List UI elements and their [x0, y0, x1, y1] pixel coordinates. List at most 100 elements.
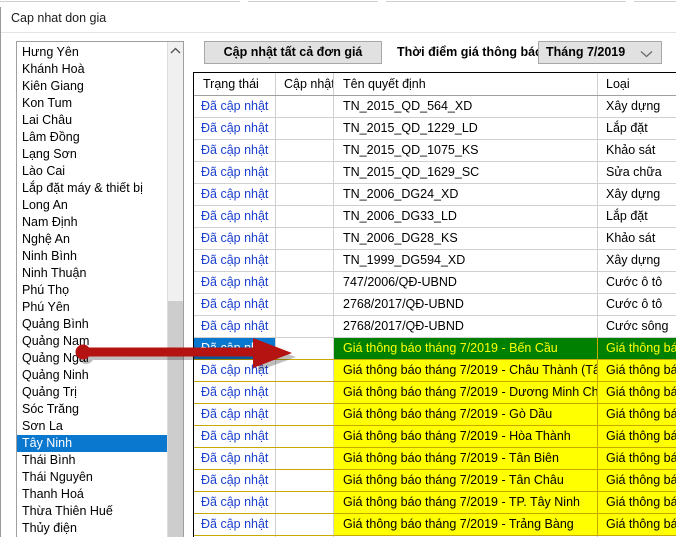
update-all-prices-button[interactable]: Cập nhật tất cả đơn giá [204, 41, 382, 64]
cell-name[interactable]: Giá thông báo tháng 7/2019 - Bến Cầu [334, 338, 598, 359]
table-row[interactable]: Đã cập nhật TN_2015_QD_1229_LD Lắp đặt [194, 118, 676, 140]
cell-type[interactable]: Giá thông báo [598, 426, 676, 447]
cell-update[interactable] [276, 228, 334, 249]
cell-type[interactable]: Lắp đặt [598, 206, 676, 227]
list-item[interactable]: Ninh Bình [17, 248, 167, 265]
cell-update[interactable] [276, 118, 334, 139]
table-row[interactable]: Đã cập nhật TN_2006_DG33_LD Lắp đặt [194, 206, 676, 228]
column-header-status[interactable]: Trạng thái [194, 73, 276, 95]
list-item[interactable]: Lắp đặt máy & thiết bị [17, 180, 167, 197]
cell-update[interactable] [276, 184, 334, 205]
table-row[interactable]: Đã cập nhật 747/2006/QĐ-UBND Cước ô tô [194, 272, 676, 294]
cell-status[interactable]: Đã cập nhật [194, 426, 276, 447]
cell-update[interactable] [276, 294, 334, 315]
table-row[interactable]: Đã cập nhật Giá thông báo tháng 7/2019 - … [194, 448, 676, 470]
cell-update[interactable] [276, 514, 334, 535]
cell-update[interactable] [276, 272, 334, 293]
scroll-up-arrow-icon[interactable] [168, 42, 183, 59]
list-item[interactable]: Kon Tum [17, 95, 167, 112]
cell-update[interactable] [276, 206, 334, 227]
column-header-update[interactable]: Cập nhật [276, 73, 334, 95]
table-row[interactable]: Đã cập nhật 2768/2017/QĐ-UBND Cước ô tô [194, 294, 676, 316]
list-item[interactable]: Thừa Thiên Huế [17, 503, 167, 520]
cell-type[interactable]: Giá thông báo [598, 404, 676, 425]
list-item[interactable]: Lai Châu [17, 112, 167, 129]
cell-name[interactable]: TN_2006_DG28_KS [334, 228, 598, 249]
table-row[interactable]: Đã cập nhật Giá thông báo tháng 7/2019 - … [194, 404, 676, 426]
list-item[interactable]: Quảng Ninh [17, 367, 167, 384]
cell-update[interactable] [276, 382, 334, 403]
list-item[interactable]: Quảng Bình [17, 316, 167, 333]
cell-type[interactable]: Giá thông báo [598, 382, 676, 403]
table-row[interactable]: Đã cập nhật Giá thông báo tháng 7/2019 - … [194, 360, 676, 382]
cell-name[interactable]: Giá thông báo tháng 7/2019 - Dương Minh … [334, 382, 598, 403]
cell-type[interactable]: Giá thông báo [598, 470, 676, 491]
table-row[interactable]: Đã cập nhật TN_2015_QD_564_XD Xây dựng [194, 96, 676, 118]
cell-type[interactable]: Giá thông báo [598, 360, 676, 381]
list-item[interactable]: Nam Định [17, 214, 167, 231]
cell-type[interactable]: Khảo sát [598, 140, 676, 161]
cell-status[interactable]: Đã cập nhật [194, 250, 276, 271]
cell-update[interactable] [276, 404, 334, 425]
cell-type[interactable]: Cước ô tô [598, 294, 676, 315]
table-row[interactable]: Đã cập nhật TN_2006_DG28_KS Khảo sát [194, 228, 676, 250]
table-row[interactable]: Đã cập nhật 2768/2017/QĐ-UBND Cước sông [194, 316, 676, 338]
list-item[interactable]: Thủy điện [17, 520, 167, 537]
cell-status[interactable]: Đã cập nhật [194, 338, 276, 359]
scrollbar-thumb[interactable] [168, 301, 183, 537]
cell-name[interactable]: TN_2006_DG33_LD [334, 206, 598, 227]
cell-name[interactable]: TN_2015_QD_1629_SC [334, 162, 598, 183]
cell-status[interactable]: Đã cập nhật [194, 360, 276, 381]
list-item[interactable]: Quảng Nam [17, 333, 167, 350]
cell-update[interactable] [276, 250, 334, 271]
cell-type[interactable]: Xây dựng [598, 250, 676, 271]
cell-update[interactable] [276, 96, 334, 117]
cell-update[interactable] [276, 140, 334, 161]
cell-name[interactable]: Giá thông báo tháng 7/2019 - Tân Châu [334, 470, 598, 491]
cell-status[interactable]: Đã cập nhật [194, 140, 276, 161]
cell-status[interactable]: Đã cập nhật [194, 228, 276, 249]
list-item[interactable]: Sơn La [17, 418, 167, 435]
cell-name[interactable]: Giá thông báo tháng 7/2019 - Trảng Bàng [334, 514, 598, 535]
list-item[interactable]: Thái Nguyên [17, 469, 167, 486]
cell-status[interactable]: Đã cập nhật [194, 492, 276, 513]
table-row[interactable]: Đã cập nhật Giá thông báo tháng 7/2019 - … [194, 426, 676, 448]
cell-status[interactable]: Đã cập nhật [194, 316, 276, 337]
list-item[interactable]: Long An [17, 197, 167, 214]
table-row[interactable]: Đã cập nhật TN_2015_QD_1075_KS Khảo sát [194, 140, 676, 162]
cell-type[interactable]: Giá thông báo [598, 448, 676, 469]
province-listbox[interactable]: Hưng Yên Khánh Hoà Kiên Giang Kon Tum Lai Ch… [16, 41, 184, 537]
chevron-down-icon[interactable] [640, 50, 653, 58]
list-item[interactable]: Khánh Hoà [17, 61, 167, 78]
cell-status[interactable]: Đã cập nhật [194, 272, 276, 293]
table-row[interactable]: Đã cập nhật TN_1999_DG594_XD Xây dựng [194, 250, 676, 272]
cell-type[interactable]: Xây dựng [598, 96, 676, 117]
table-row[interactable]: Đã cập nhật Giá thông báo tháng 7/2019 - … [194, 338, 676, 360]
table-row[interactable]: Đã cập nhật TN_2006_DG24_XD Xây dựng [194, 184, 676, 206]
cell-type[interactable]: Giá thông báo [598, 514, 676, 535]
cell-name[interactable]: TN_2015_QD_1229_LD [334, 118, 598, 139]
list-item[interactable]: Sóc Trăng [17, 401, 167, 418]
cell-type[interactable]: Giá thông báo [598, 338, 676, 359]
cell-status[interactable]: Đã cập nhật [194, 470, 276, 491]
cell-name[interactable]: TN_1999_DG594_XD [334, 250, 598, 271]
list-item[interactable]: Quảng Ngãi [17, 350, 167, 367]
cell-status[interactable]: Đã cập nhật [194, 294, 276, 315]
cell-update[interactable] [276, 470, 334, 491]
cell-name[interactable]: 2768/2017/QĐ-UBND [334, 316, 598, 337]
list-item[interactable]: Kiên Giang [17, 78, 167, 95]
cell-status[interactable]: Đã cập nhật [194, 404, 276, 425]
list-item[interactable]: Quảng Trị [17, 384, 167, 401]
list-item[interactable]: Hưng Yên [17, 44, 167, 61]
cell-type[interactable]: Khảo sát [598, 228, 676, 249]
table-row[interactable]: Đã cập nhật TN_2015_QD_1629_SC Sửa chữa [194, 162, 676, 184]
cell-name[interactable]: TN_2006_DG24_XD [334, 184, 598, 205]
cell-update[interactable] [276, 492, 334, 513]
cell-type[interactable]: Cước ô tô [598, 272, 676, 293]
cell-status[interactable]: Đã cập nhật [194, 162, 276, 183]
cell-update[interactable] [276, 338, 334, 359]
table-row[interactable]: Đã cập nhật Giá thông báo tháng 7/2019 - … [194, 492, 676, 514]
cell-name[interactable]: Giá thông báo tháng 7/2019 - Hòa Thành [334, 426, 598, 447]
table-row[interactable]: Đã cập nhật Giá thông báo tháng 7/2019 - … [194, 470, 676, 492]
cell-name[interactable]: Giá thông báo tháng 7/2019 - Gò Dầu [334, 404, 598, 425]
